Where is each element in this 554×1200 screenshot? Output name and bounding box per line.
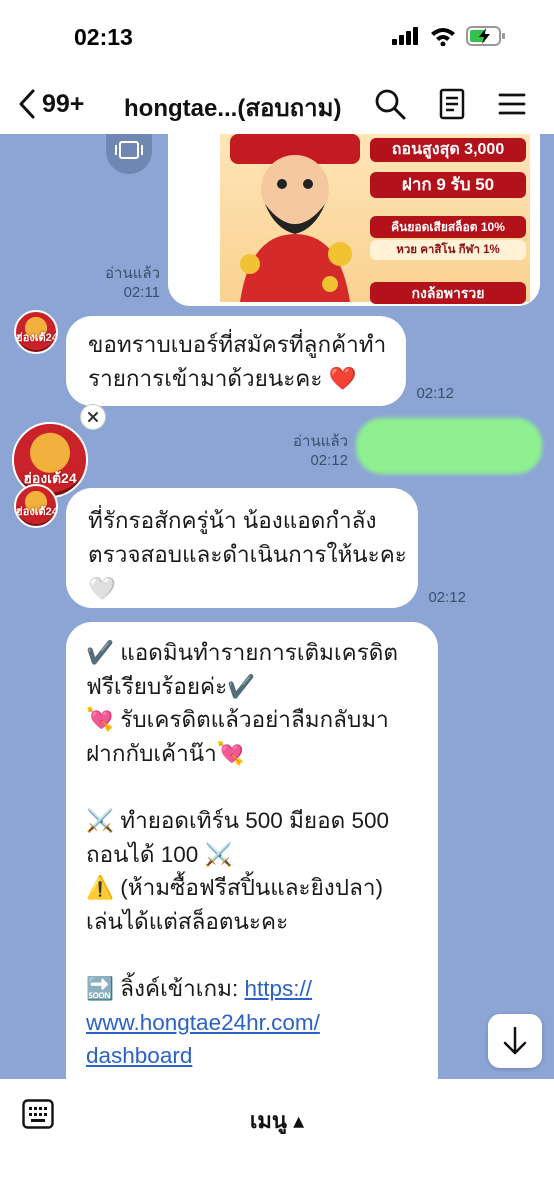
message-text: 🔜 ลิ้งค์เข้าเกม: https:// (86, 972, 438, 1006)
message-text: ฟรีเรียบร้อยค่ะ✔️ (86, 673, 256, 699)
game-link[interactable]: www.hongtae24hr.com/ (86, 1006, 438, 1040)
status-icons (392, 26, 506, 46)
avatar[interactable]: ฮ่องเต้24 (14, 484, 58, 528)
mascot-illustration (230, 134, 360, 302)
album-icon (115, 141, 143, 159)
message-text: รายการเข้ามาด้วยนะคะ ❤️ (88, 366, 357, 391)
promo-read-receipt: อ่านแล้ว 02:11 (96, 264, 160, 302)
message-text: ตรวจสอบและดำเนินการให้นะคะ (88, 542, 407, 567)
message-text (86, 770, 438, 804)
message-text: 💘 รับเครดิตแล้วอย่าลืมกลับมา (86, 707, 389, 733)
promo-banner: ถอนสูงสุด 3,000 ฝาก 9 รับ 50 คืนยอดเสียส… (220, 134, 530, 304)
promo-line: หวย คาสิโน กีฬา 1% (370, 240, 526, 260)
chat-header: 99+ hongtae...(สอบถาม) (0, 74, 554, 134)
message-time: 02:11 (123, 284, 160, 301)
avatar-label: ฮ่องเต้24 (16, 332, 58, 344)
message-bubble[interactable]: ✔️ แอดมินทำรายการเติมเครดิต ฟรีเรียบร้อย… (66, 622, 438, 1079)
message-text (86, 938, 438, 972)
game-link[interactable]: dashboard (86, 1039, 438, 1073)
status-bar: 02:13 (0, 0, 554, 74)
promo-image[interactable]: ถอนสูงสุด 3,000 ฝาก 9 รับ 50 คืนยอดเสียส… (168, 134, 540, 306)
my-message-bubble[interactable] (356, 418, 542, 474)
search-icon[interactable] (372, 86, 408, 122)
my-read-receipt: อ่านแล้ว 02:12 (284, 432, 348, 470)
status-time: 02:13 (74, 24, 133, 50)
read-label: อ่านแล้ว (105, 265, 160, 282)
read-label: อ่านแล้ว (293, 433, 348, 450)
scroll-to-bottom-button[interactable] (488, 1014, 542, 1068)
message-text: ที่รักรอสักครู่น้า น้องแอดกำลัง (88, 508, 377, 533)
message-bubble[interactable]: ขอทราบเบอร์ที่สมัครที่ลูกค้าทำ รายการเข้… (66, 316, 406, 406)
message-text: ⚔️ ทำยอดเทิร์น 500 มียอด 500 (86, 807, 390, 833)
chevron-left-icon (19, 89, 35, 119)
hamburger-menu-icon[interactable] (494, 86, 530, 122)
promo-line: กงล้อพารวย (370, 282, 526, 304)
game-link[interactable]: https:// (244, 976, 312, 1001)
message-text: ถอนได้ 100 ⚔️ (86, 841, 233, 867)
chat-title[interactable]: hongtae...(สอบถาม) (124, 88, 341, 127)
message-time: 02:12 (428, 589, 466, 606)
message-text: ⚠️ (ห้ามซื้อฟรีสปิ้นและยิงปลา) (86, 875, 383, 901)
message-text: ขอทราบเบอร์ที่สมัครที่ลูกค้าทำ (88, 332, 387, 357)
link-prefix: 🔜 ลิ้งค์เข้าเกม: (86, 975, 245, 1001)
close-icon (88, 412, 98, 422)
avatar-label: ฮ่องเต้24 (16, 506, 58, 518)
message-text: ฝากกับเค้าน๊า💘 (86, 740, 245, 766)
notes-icon[interactable] (434, 86, 470, 122)
unread-count: 99+ (42, 89, 85, 118)
back-button[interactable]: 99+ (18, 86, 98, 122)
promo-line: ถอนสูงสุด 3,000 (370, 138, 526, 162)
message-bubble[interactable]: ที่รักรอสักครู่น้า น้องแอดกำลัง ตรวจสอบแ… (66, 488, 418, 608)
chat-area[interactable]: อ่านแล้ว 02:11 ถอนสูงสุด 3,000 ฝาก 9 รับ… (0, 134, 554, 1079)
close-button[interactable] (80, 404, 106, 430)
rich-menu-toggle[interactable]: เมนู ▴ (0, 1103, 554, 1138)
arrow-down-icon (503, 1026, 527, 1055)
promo-line: ฝาก 9 รับ 50 (370, 172, 526, 198)
avatar[interactable]: ฮ่องเต้24 (14, 310, 58, 354)
cellular-signal-icon (392, 27, 418, 45)
message-text: ✔️ แอดมินทำรายการเติมเครดิต (86, 640, 399, 665)
message-time: 02:12 (416, 385, 454, 402)
bottom-bar: เมนู ▴ (0, 1079, 554, 1200)
message-text: เล่นได้แต่สล็อตนะคะ (86, 908, 289, 934)
battery-charging-icon (466, 26, 505, 46)
message-time: 02:12 (310, 452, 348, 469)
image-toggle-button[interactable] (106, 134, 152, 174)
promo-line: คืนยอดเสียสล็อต 10% (370, 216, 526, 238)
message-text: 🤍 (88, 576, 117, 601)
wifi-icon (431, 28, 455, 46)
